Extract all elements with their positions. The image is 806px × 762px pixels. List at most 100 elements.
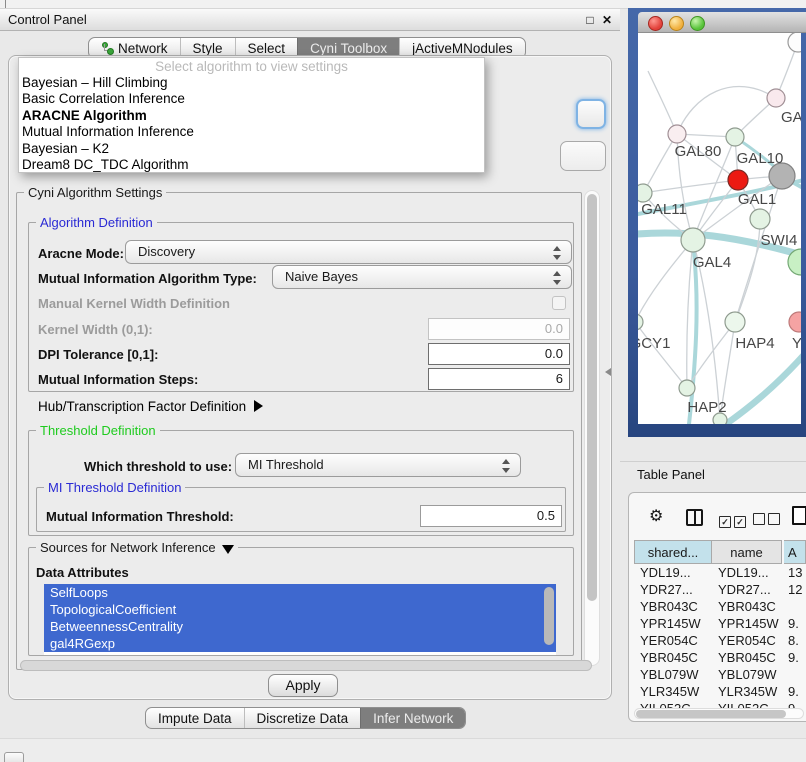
dropdown-item[interactable]: Mutual Information Inference (19, 124, 484, 140)
node[interactable] (788, 33, 801, 52)
table-row[interactable]: YBR043C YBR043C (634, 598, 806, 615)
dropdown-item[interactable]: Dream8 DC_TDC Algorithm (19, 157, 484, 173)
node-gcy1[interactable] (638, 314, 643, 330)
dropdown-item[interactable]: Bayesian – K2 (19, 141, 484, 157)
dropdown-item-selected[interactable]: ARACNE Algorithm (19, 108, 484, 124)
node-label-gal10: GAL10 (725, 150, 795, 167)
sources-group-title: Sources for Network Inference (36, 540, 238, 555)
dropdown-placeholder: Select algorithm to view settings (19, 59, 484, 75)
data-attributes-list: SelfLoops TopologicalCoefficient Between… (44, 584, 556, 655)
dropdown-item[interactable]: Bayesian – Hill Climbing (19, 75, 484, 91)
network-canvas[interactable]: GAL GAL80 GAL10 GAL1 GAL11 SWI4 GAL4 GCY… (638, 33, 801, 424)
top-tick-mark (5, 0, 6, 8)
node-label: GAL (781, 109, 801, 126)
node-gal80[interactable] (668, 125, 686, 143)
expander-expanded-icon (222, 545, 234, 554)
table-row[interactable]: YDL19... YDL19... 13 (634, 564, 806, 581)
node-hap4[interactable] (725, 312, 745, 332)
node-gal11[interactable] (638, 184, 652, 202)
mi-threshold-input[interactable]: 0.5 (420, 505, 562, 527)
table-panel-titlebar: Table Panel (620, 461, 806, 486)
network-combo-fragment[interactable] (560, 141, 606, 171)
table-row[interactable]: YBR045C YBR045C 9. (634, 649, 806, 666)
node-gal4[interactable] (681, 228, 705, 252)
minimize-traffic-light[interactable] (669, 16, 684, 31)
dropdown-item[interactable]: Basic Correlation Inference (19, 91, 484, 107)
bottom-tabbar: Impute Data Discretize Data Infer Networ… (145, 707, 466, 729)
document-icon[interactable] (792, 506, 806, 525)
column-header-partial[interactable]: A (784, 540, 806, 564)
node-label-gal1: GAL1 (722, 191, 792, 208)
node-label-swi4: SWI4 (744, 232, 801, 249)
which-threshold-select[interactable]: MI Threshold (235, 453, 521, 477)
edge[interactable] (638, 322, 687, 388)
node-gal1[interactable] (750, 209, 770, 229)
node-label-gcy1: GCY1 (638, 335, 685, 352)
list-item-selected[interactable]: BetweennessCentrality (44, 618, 556, 635)
apply-button[interactable]: Apply (268, 674, 338, 697)
table-horizontal-scrollbar[interactable] (634, 708, 804, 719)
edge[interactable] (638, 240, 693, 322)
table-row-partial[interactable]: YIL052C YIL052C 9. (634, 700, 806, 708)
column-header-name[interactable]: name (712, 540, 782, 564)
column-header-shared[interactable]: shared... (634, 540, 712, 564)
settings-vertical-scrollbar[interactable] (584, 190, 600, 666)
zoom-traffic-light[interactable] (690, 16, 705, 31)
algorithm-dropdown-popup: Select algorithm to view settings Bayesi… (18, 57, 485, 173)
network-window-titlebar[interactable] (638, 12, 806, 33)
node-label-hap4: HAP4 (720, 335, 790, 352)
gear-icon[interactable]: ⚙ (649, 509, 663, 525)
list-vertical-scrollbar[interactable] (544, 587, 554, 645)
close-traffic-light[interactable] (648, 16, 663, 31)
mi-threshold-definition-title: MI Threshold Definition (44, 480, 185, 495)
settings-horizontal-scrollbar[interactable] (20, 660, 592, 671)
network-tree-icon (101, 42, 114, 54)
tab-infer-network[interactable]: Infer Network (360, 708, 465, 728)
list-item-selected[interactable]: gal4RGexp (44, 635, 556, 652)
control-panel-title: Control Panel (8, 12, 87, 27)
stepper-arrows-icon (553, 245, 562, 261)
split-pane-collapse-handle[interactable] (605, 368, 611, 376)
close-window-icon[interactable]: ✕ (600, 13, 614, 27)
scrollbar-thumb[interactable] (587, 194, 597, 601)
list-item-selected[interactable]: SelfLoops (44, 584, 556, 601)
mi-threshold-label: Mutual Information Threshold: (46, 509, 234, 524)
table-row[interactable]: YLR345W YLR345W 9. (634, 683, 806, 700)
node-gal1-red[interactable] (728, 170, 748, 190)
edge[interactable] (677, 86, 776, 134)
table-panel-title: Table Panel (637, 467, 705, 482)
node-label-gal4: GAL4 (677, 254, 747, 271)
select-all-checks-icon[interactable]: ✓✓ (719, 512, 749, 530)
node-label-gal80: GAL80 (663, 143, 733, 160)
threshold-definition-title: Threshold Definition (36, 423, 160, 438)
scrollbar-thumb[interactable] (636, 710, 786, 718)
node-salmon[interactable] (789, 312, 801, 332)
table-row[interactable]: YER054C YER054C 8. (634, 632, 806, 649)
network-graph (638, 33, 801, 424)
aracne-mode-label: Aracne Mode: (38, 246, 124, 261)
hub-factor-expander[interactable]: Hub/Transcription Factor Definition (38, 399, 263, 414)
node-label-partial: Y (792, 335, 801, 352)
aracne-mode-select[interactable]: Discovery (125, 240, 572, 264)
tab-discretize-data[interactable]: Discretize Data (244, 708, 361, 728)
table-row[interactable]: YDR27... YDR27... 12 (634, 581, 806, 598)
float-window-icon[interactable]: □ (583, 13, 597, 27)
manual-kernel-width-label: Manual Kernel Width Definition (38, 296, 230, 311)
mi-algorithm-type-select[interactable]: Naive Bayes (272, 265, 572, 289)
list-item-selected[interactable]: TopologicalCoefficient (44, 601, 556, 618)
table-row[interactable]: YPR145W YPR145W 9. (634, 615, 806, 632)
columns-icon[interactable] (686, 509, 703, 526)
bottom-left-button[interactable] (4, 752, 24, 762)
edge[interactable] (648, 71, 677, 134)
node-hap2[interactable] (679, 380, 695, 396)
stepper-arrows-icon (502, 458, 511, 474)
algorithm-combo-fragment[interactable] (576, 99, 606, 129)
node[interactable] (767, 89, 785, 107)
algorithm-definition-title: Algorithm Definition (36, 215, 157, 230)
table-row[interactable]: YBL079W YBL079W (634, 666, 806, 683)
kernel-width-input: 0.0 (428, 318, 570, 340)
dpi-tolerance-input[interactable]: 0.0 (428, 343, 570, 365)
deselect-all-checks-icon[interactable] (753, 512, 783, 530)
mi-steps-input[interactable]: 6 (428, 368, 570, 390)
tab-impute-data[interactable]: Impute Data (146, 708, 244, 728)
